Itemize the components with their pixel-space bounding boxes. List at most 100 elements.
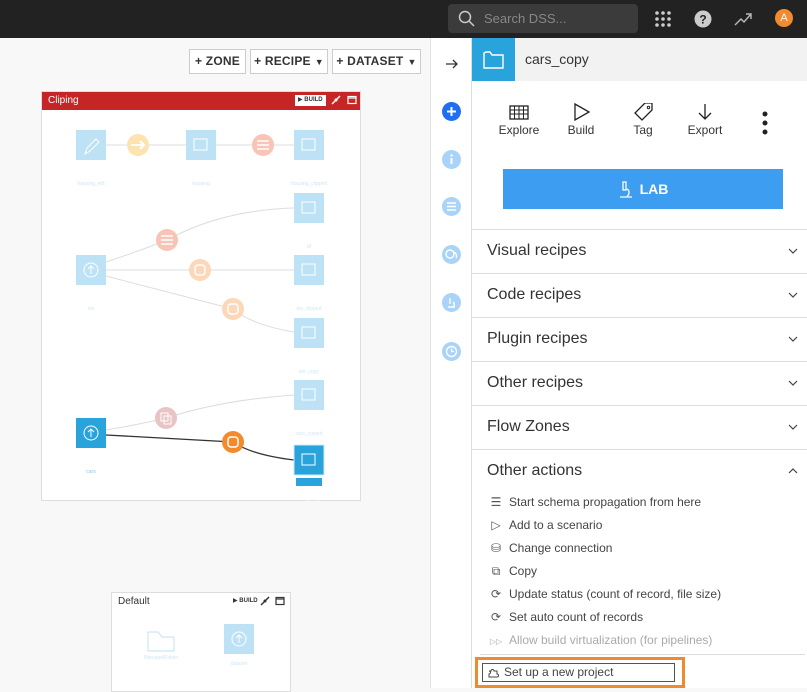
apps-grid-icon[interactable]: [653, 9, 673, 29]
action-add-to-scenario[interactable]: ▷ Add to a scenario: [489, 516, 602, 534]
lab-button[interactable]: LAB: [503, 169, 783, 209]
maximize-icon[interactable]: [275, 596, 285, 606]
node-df: [294, 193, 324, 223]
collapse-icon[interactable]: [331, 95, 341, 105]
lab-tab-icon[interactable]: [442, 293, 461, 312]
edge: [105, 207, 295, 263]
section-label: Other recipes: [487, 374, 584, 391]
help-icon[interactable]: ?: [693, 9, 713, 29]
play-outline-icon: ▷: [491, 518, 501, 532]
tag-button[interactable]: Tag: [613, 103, 673, 137]
node-label: housing_edt: [77, 181, 105, 187]
action-copy[interactable]: ⧉ Copy: [489, 562, 537, 580]
chevron-down-icon: [788, 248, 798, 254]
search-input[interactable]: Search DSS...: [448, 4, 638, 33]
add-recipe-button[interactable]: + RECIPE ▼: [250, 49, 328, 74]
node-iris-clipped: [294, 255, 324, 285]
top-bar: Search DSS... ? A: [0, 0, 807, 38]
table-icon: [509, 105, 529, 120]
zone-header: Default ▶ BUILD: [112, 593, 290, 611]
play-icon: [574, 103, 591, 121]
right-rail: [431, 38, 472, 688]
search-icon: [458, 10, 475, 27]
chevron-down-icon: [788, 424, 798, 430]
timeline-tab-icon[interactable]: [442, 342, 461, 361]
zone-default[interactable]: Default ▶ BUILD ManagedFolder dataset: [111, 592, 291, 692]
node-dataset: [224, 624, 254, 654]
flow-graph: [76, 130, 325, 486]
node-copy-recipe: [155, 407, 177, 429]
microscope-icon: [619, 181, 632, 198]
zone-title: Default: [118, 596, 150, 607]
edge-active: [105, 434, 295, 461]
database-icon: ⛁: [490, 541, 502, 555]
section-label: Code recipes: [487, 286, 582, 303]
action-start-schema-propagation[interactable]: ☰ Start schema propagation from here: [489, 493, 702, 511]
collapse-panel-icon[interactable]: [444, 57, 460, 71]
discussions-tab-icon[interactable]: [442, 245, 461, 264]
flow-canvas[interactable]: + ZONE + RECIPE ▼ + DATASET ▼ Cliping ▶ BU…: [0, 38, 430, 692]
schema-tab-icon[interactable]: [442, 197, 461, 216]
action-label: Allow build virtualization (for pipeline…: [509, 633, 713, 647]
node-sync-recipe: [127, 134, 149, 156]
chevron-down-icon: [788, 292, 798, 298]
node-cars-copied: [294, 380, 324, 410]
zone-cliping[interactable]: Cliping ▶ BUILD housing_edt housing hous…: [41, 91, 361, 502]
chevron-down-icon: [788, 336, 798, 342]
section-flow-zones[interactable]: Flow Zones: [472, 405, 807, 449]
edge: [105, 394, 295, 431]
node-python-recipe: [189, 259, 211, 281]
setup-new-project-button[interactable]: Set up a new project: [482, 663, 675, 682]
build-button[interactable]: Build: [551, 103, 611, 137]
actions-tab-icon[interactable]: [442, 102, 461, 121]
edge: [105, 275, 295, 333]
node-housing-clipped: [294, 130, 324, 160]
dataset-icon: [472, 38, 515, 81]
action-allow-build-virtualization[interactable]: ▷▷ Allow build virtualization (for pipeli…: [489, 631, 713, 649]
action-label: Change connection: [509, 541, 613, 555]
maximize-icon[interactable]: [347, 95, 357, 105]
avatar[interactable]: A: [775, 9, 793, 27]
more-options-icon[interactable]: [762, 111, 768, 135]
node-iris: [76, 255, 106, 285]
lab-label: LAB: [639, 181, 669, 197]
section-code-recipes[interactable]: Code recipes: [472, 273, 807, 317]
node-label: cars: [86, 469, 96, 475]
panel-header: cars_copy: [472, 38, 807, 81]
section-other-actions[interactable]: Other actions: [472, 449, 807, 493]
section-label: Flow Zones: [487, 418, 570, 435]
trending-icon[interactable]: [733, 9, 753, 29]
action-change-connection[interactable]: ⛁ Change connection: [489, 539, 612, 557]
info-tab-icon[interactable]: [442, 150, 461, 169]
node-label: iris_copy: [299, 369, 319, 375]
add-dataset-label: + DATASET: [336, 54, 404, 68]
node-cars-copy-selected: [293, 444, 325, 486]
list-icon: ☰: [490, 495, 502, 509]
add-zone-button[interactable]: + ZONE: [189, 49, 246, 74]
caret-down-icon: ▼: [314, 57, 324, 67]
add-dataset-button[interactable]: + DATASET ▼: [332, 49, 421, 74]
action-set-auto-count[interactable]: ⟳ Set auto count of records: [489, 608, 643, 626]
zone-build-button[interactable]: ▶ BUILD: [230, 596, 261, 607]
node-housing-edt: [76, 130, 106, 160]
divider: [480, 654, 805, 655]
zone-build-button[interactable]: ▶ BUILD: [295, 95, 326, 106]
action-update-status[interactable]: ⟳ Update status (count of record, file si…: [489, 585, 721, 603]
node-label: iris: [87, 306, 95, 312]
tag-label: Tag: [633, 123, 653, 137]
refresh-icon: ⟳: [490, 610, 502, 624]
explore-button[interactable]: Explore: [489, 103, 549, 137]
setup-highlight: Set up a new project: [475, 657, 685, 688]
section-visual-recipes[interactable]: Visual recipes: [472, 229, 807, 273]
quick-actions: Explore Build Tag Export: [472, 81, 807, 151]
fast-forward-icon: ▷▷: [489, 637, 503, 646]
collapse-icon[interactable]: [260, 596, 270, 606]
section-label: Plugin recipes: [487, 330, 588, 347]
section-other-recipes[interactable]: Other recipes: [472, 361, 807, 405]
export-label: Export: [687, 123, 723, 137]
section-plugin-recipes[interactable]: Plugin recipes: [472, 317, 807, 361]
explore-label: Explore: [498, 123, 540, 137]
export-button[interactable]: Export: [675, 103, 735, 137]
node-python-recipe-active: [222, 431, 244, 453]
node-label: housing_clipped: [290, 181, 328, 187]
